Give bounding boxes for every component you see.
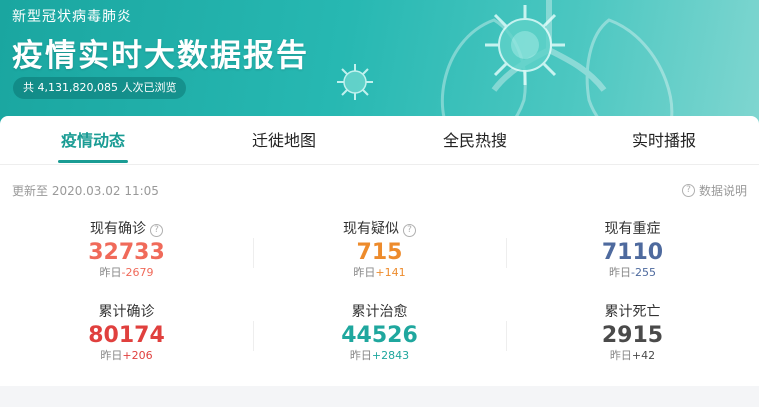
delta-value: +2843: [371, 349, 410, 362]
delta-prefix: 昨日: [99, 266, 122, 279]
header-banner: 新型冠状病毒肺炎 疫情实时大数据报告 共 4,131,820,085 人次已浏览: [0, 0, 759, 130]
stat-delta: 昨日+206: [0, 349, 253, 363]
stat-total-cured: 累计治愈 44526 昨日+2843: [253, 303, 506, 363]
stat-current-severe: 现有重症 7110 昨日-255: [506, 220, 759, 280]
stat-total-deaths: 累计死亡 2915 昨日+42: [506, 303, 759, 363]
stat-label: 现有疑似?: [253, 220, 506, 238]
tab-hot-search[interactable]: 全民热搜: [439, 116, 511, 164]
tab-epidemic-dynamics[interactable]: 疫情动态: [58, 116, 128, 164]
stats-card: 疫情动态 迁徙地图 全民热搜 实时播报 更新至 2020.03.02 11:05…: [0, 116, 759, 386]
virus-small-icon: [337, 64, 373, 100]
tab-label: 疫情动态: [60, 131, 125, 150]
active-tab-indicator: [58, 160, 128, 163]
stat-value: 715: [356, 240, 403, 265]
tab-migration-map[interactable]: 迁徙地图: [248, 116, 320, 164]
stat-total-confirmed: 累计确诊 80174 昨日+206: [0, 303, 253, 363]
banner-subtitle: 新型冠状病毒肺炎: [12, 9, 132, 25]
tab-label: 实时播报: [631, 131, 696, 150]
delta-prefix: 昨日: [609, 266, 632, 279]
stat-value: 80174: [88, 323, 165, 348]
delta-prefix: 昨日: [353, 266, 376, 279]
stat-label: 累计死亡: [604, 304, 661, 320]
stat-label: 现有重症: [604, 221, 661, 237]
delta-value: +42: [631, 349, 656, 362]
stat-delta: 昨日+141: [253, 266, 506, 280]
stat-label: 累计确诊: [98, 304, 155, 320]
data-explanation-link[interactable]: ? 数据说明: [681, 182, 747, 199]
stat-label-text: 现有确诊: [90, 221, 146, 237]
delta-prefix: 昨日: [609, 349, 632, 362]
delta-value: +141: [375, 266, 406, 279]
help-icon[interactable]: ?: [403, 224, 416, 237]
stat-value: 32733: [88, 240, 165, 265]
stat-label: 现有确诊?: [0, 220, 253, 238]
stat-label: 累计治愈: [351, 304, 408, 320]
tab-live-report[interactable]: 实时播报: [628, 116, 700, 164]
stat-current-suspected: 现有疑似? 715 昨日+141: [253, 220, 506, 280]
stat-value: 2915: [601, 323, 664, 348]
delta-value: -255: [631, 266, 656, 279]
delta-value: +206: [122, 349, 153, 362]
stat-value: 7110: [601, 240, 664, 265]
stat-delta: 昨日-255: [506, 266, 759, 280]
delta-value: -2679: [121, 266, 154, 279]
stat-label-text: 现有疑似: [343, 221, 399, 237]
question-icon: ?: [681, 184, 695, 197]
stat-delta: 昨日-2679: [0, 266, 253, 280]
delta-prefix: 昨日: [100, 349, 123, 362]
delta-prefix: 昨日: [349, 349, 372, 362]
stat-delta: 昨日+42: [506, 349, 759, 363]
virus-large-icon: [485, 5, 565, 85]
tab-label: 迁徙地图: [251, 131, 316, 150]
tab-label: 全民热搜: [442, 131, 507, 150]
stat-value: 44526: [341, 323, 418, 348]
page-title: 疫情实时大数据报告: [12, 38, 309, 74]
tab-bar: 疫情动态 迁徙地图 全民热搜 实时播报: [0, 116, 759, 165]
stat-delta: 昨日+2843: [253, 349, 506, 363]
data-explanation-label: 数据说明: [698, 184, 747, 198]
help-icon[interactable]: ?: [150, 224, 163, 237]
stat-current-confirmed: 现有确诊? 32733 昨日-2679: [0, 220, 253, 280]
update-time: 更新至 2020.03.02 11:05: [12, 184, 159, 198]
view-count-badge: 共 4,131,820,085 人次已浏览: [13, 77, 187, 99]
